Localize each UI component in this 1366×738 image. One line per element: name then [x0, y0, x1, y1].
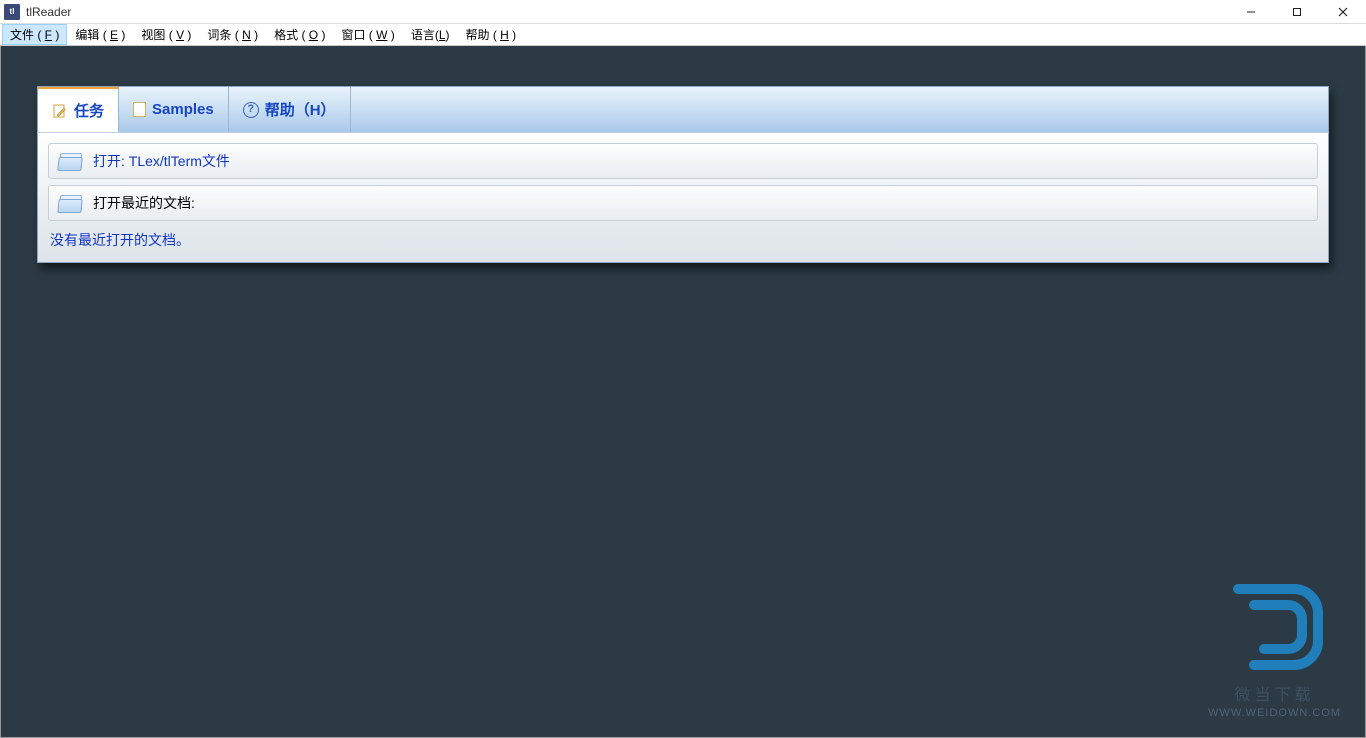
- panel-body: 打开: TLex/tlTerm文件 打开最近的文档: 没有最近打开的文档。: [37, 132, 1329, 263]
- minimize-button[interactable]: [1228, 0, 1274, 24]
- tab-label: Samples: [152, 101, 214, 118]
- tab-help[interactable]: ? 帮助（H）: [229, 87, 351, 132]
- watermark-logo-icon: [1220, 577, 1330, 677]
- folder-open-icon: [57, 191, 85, 215]
- tab-strip: 任务 Samples ? 帮助（H）: [37, 86, 1329, 132]
- recent-docs-empty: 没有最近打开的文档。: [48, 227, 1318, 252]
- maximize-button[interactable]: [1274, 0, 1320, 24]
- menu-help[interactable]: 帮助 ( H ): [458, 24, 525, 45]
- window-title: tlReader: [26, 5, 71, 19]
- tab-tasks[interactable]: 任务: [38, 87, 119, 132]
- recent-docs-row[interactable]: 打开最近的文档:: [48, 185, 1318, 221]
- tab-label: 任务: [74, 100, 104, 121]
- open-file-row[interactable]: 打开: TLex/tlTerm文件: [48, 143, 1318, 179]
- menu-file[interactable]: 文件 ( F ): [2, 24, 67, 45]
- tab-samples[interactable]: Samples: [119, 87, 229, 132]
- open-file-label: 打开: TLex/tlTerm文件: [93, 151, 230, 171]
- watermark: 微当下载 WWW.WEIDOWN.COM: [1208, 577, 1341, 719]
- menu-entry[interactable]: 词条 ( N ): [199, 24, 266, 45]
- window-controls: [1228, 0, 1366, 24]
- help-icon: ?: [243, 102, 259, 118]
- watermark-text-1: 微当下载: [1208, 681, 1341, 705]
- menu-edit[interactable]: 编辑 ( E ): [67, 24, 133, 45]
- document-icon: [133, 102, 146, 117]
- tab-label: 帮助（H）: [265, 99, 336, 120]
- menu-window[interactable]: 窗口 ( W ): [333, 24, 402, 45]
- edit-icon: [52, 103, 68, 119]
- menu-view[interactable]: 视图 ( V ): [133, 24, 199, 45]
- start-panel: 任务 Samples ? 帮助（H） 打开: TLex/tlTerm文件: [37, 86, 1329, 263]
- menu-bar: 文件 ( F ) 编辑 ( E ) 视图 ( V ) 词条 ( N ) 格式 (…: [0, 24, 1366, 46]
- menu-format[interactable]: 格式 ( O ): [266, 24, 333, 45]
- title-bar: tl tlReader: [0, 0, 1366, 24]
- close-button[interactable]: [1320, 0, 1366, 24]
- recent-docs-label: 打开最近的文档:: [93, 193, 195, 213]
- watermark-text-2: WWW.WEIDOWN.COM: [1208, 707, 1341, 719]
- app-icon: tl: [4, 4, 20, 20]
- menu-language[interactable]: 语言(L): [403, 24, 458, 45]
- client-area: 任务 Samples ? 帮助（H） 打开: TLex/tlTerm文件: [0, 46, 1366, 738]
- folder-open-icon: [57, 149, 85, 173]
